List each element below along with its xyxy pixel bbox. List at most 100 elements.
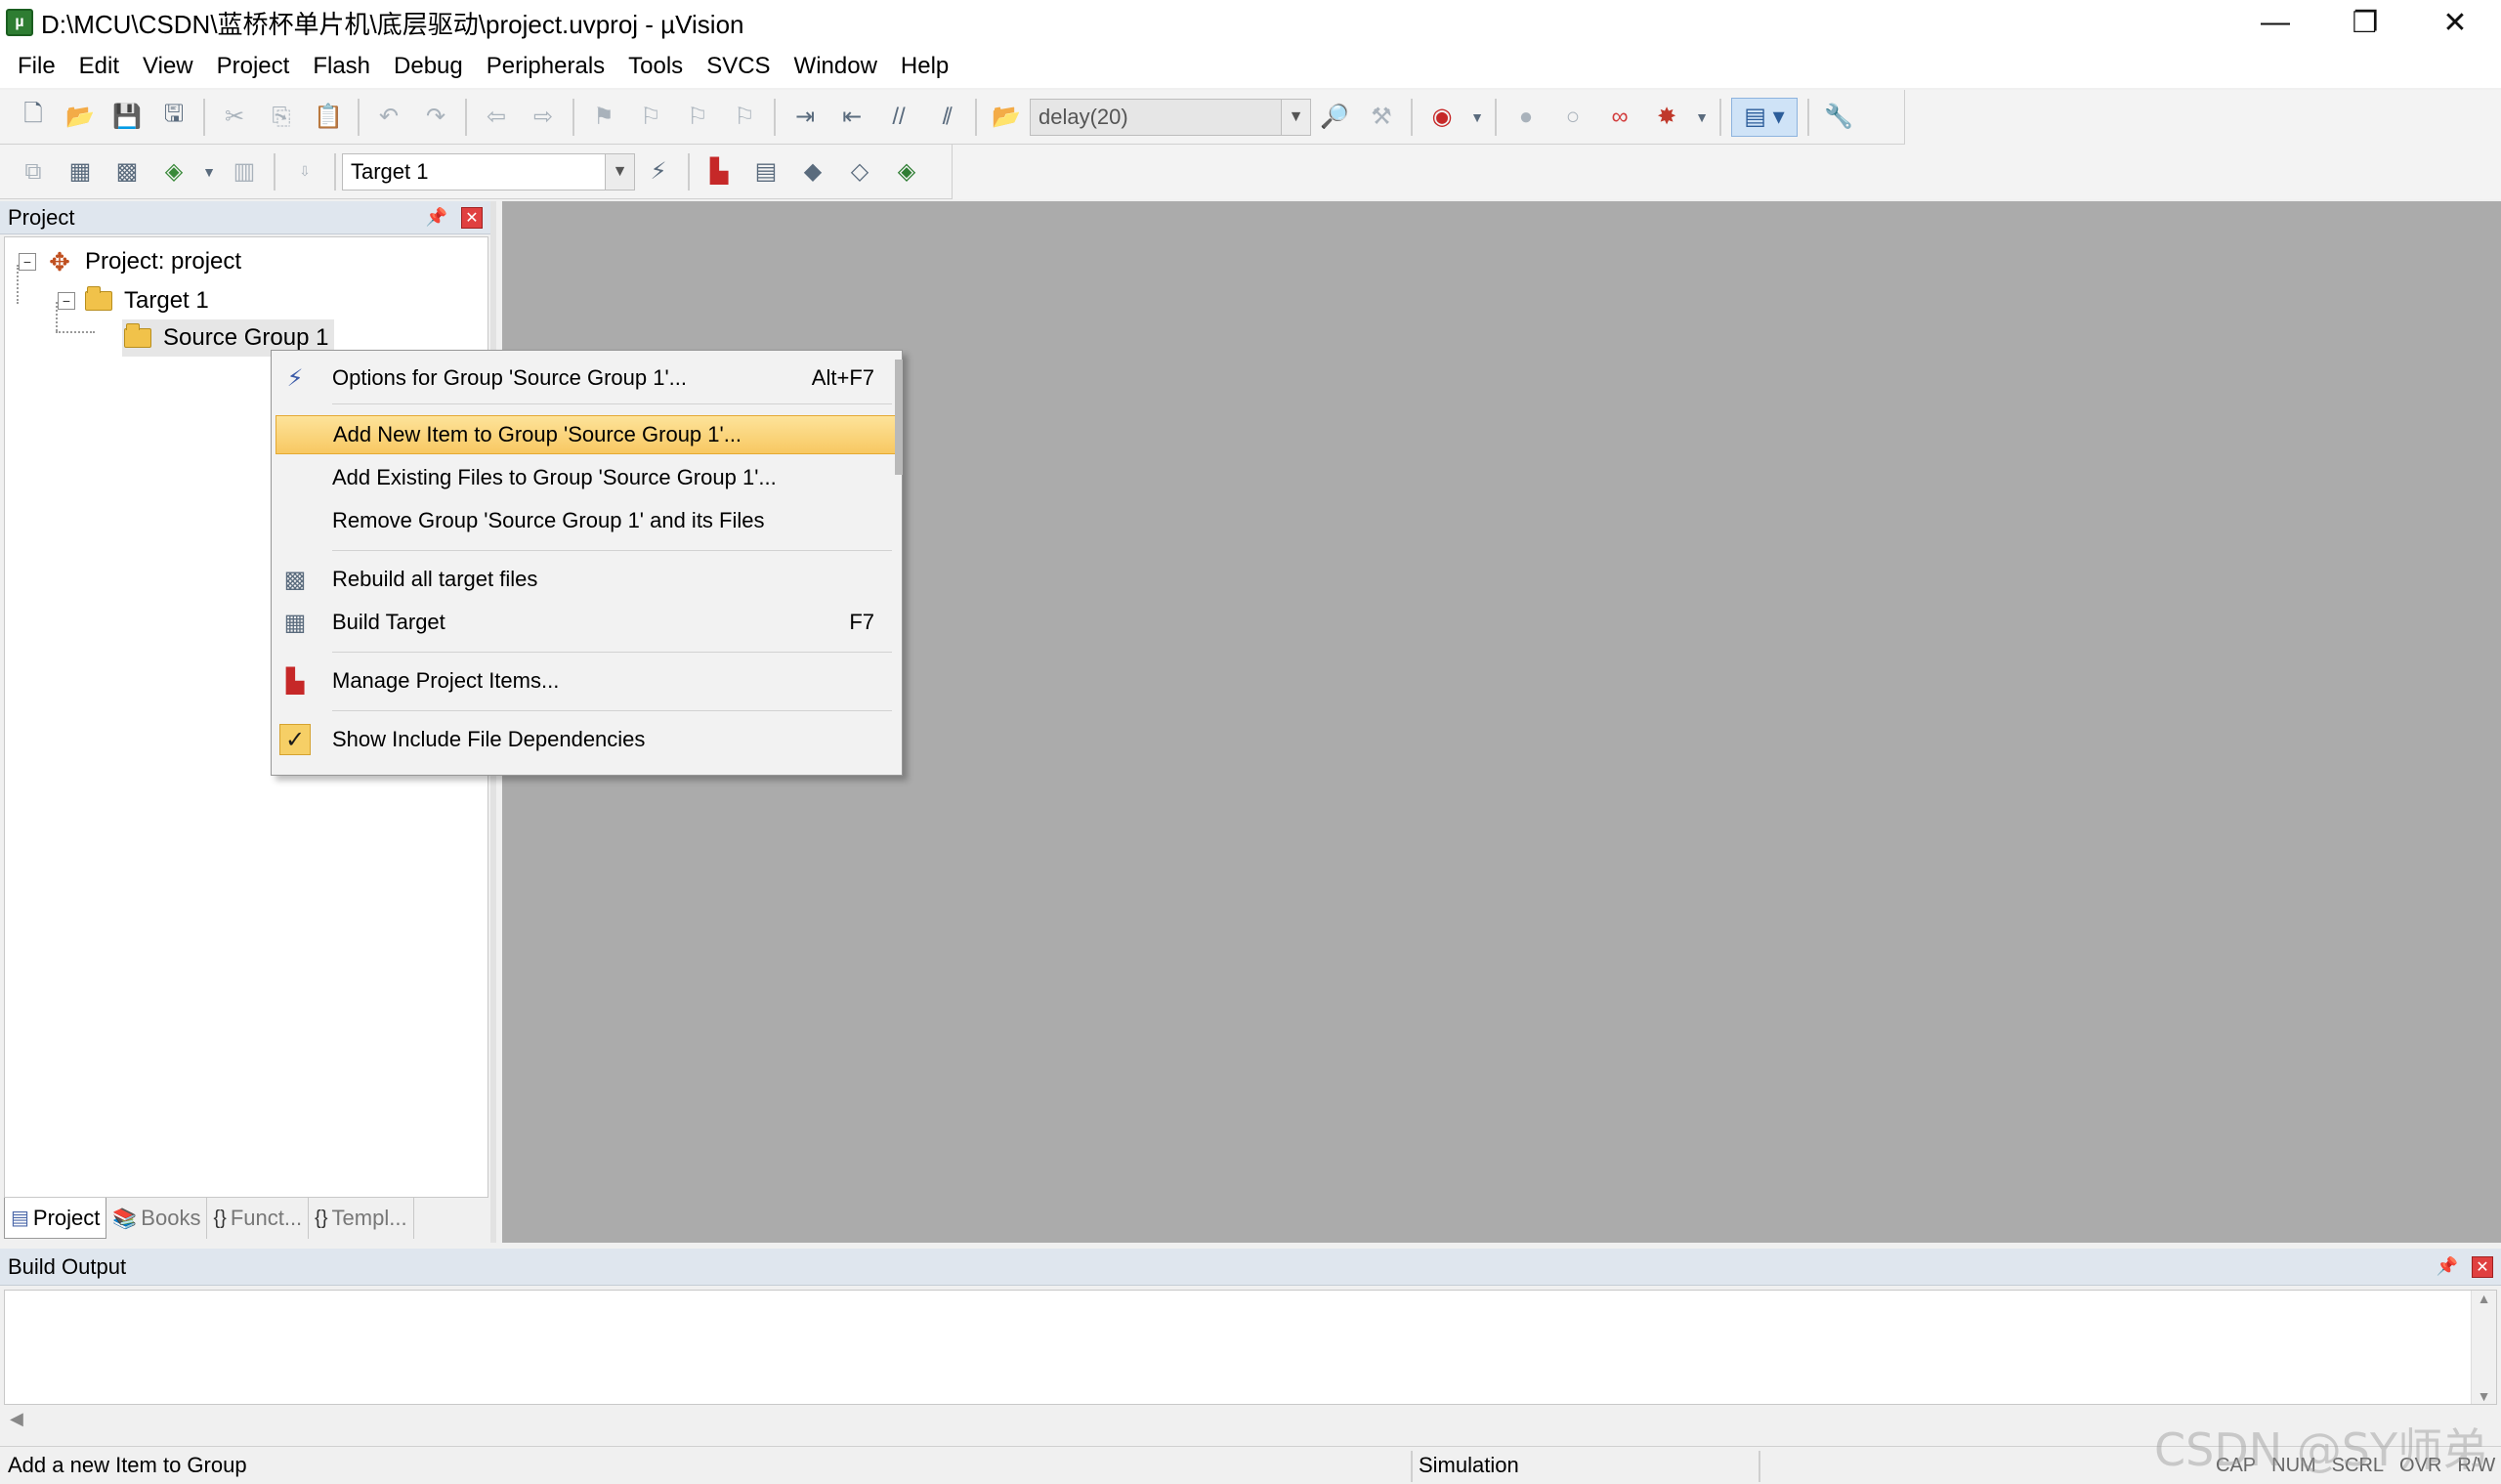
uncomment-icon[interactable]: /̸ bbox=[926, 98, 965, 137]
find-combo[interactable]: delay(20) ▼ bbox=[1030, 98, 1311, 136]
scroll-left-icon[interactable]: ◀ bbox=[10, 1409, 23, 1429]
tab-books[interactable]: 📚 Books bbox=[106, 1198, 208, 1239]
bookmark-icon[interactable]: ⚑ bbox=[584, 98, 623, 137]
window-title: D:\MCU\CSDN\蓝桥杯单片机\底层驱动\project.uvproj -… bbox=[41, 9, 744, 39]
download-icon[interactable]: ⇩ bbox=[285, 152, 324, 191]
menu-item-manage-project-items[interactable]: ▙ Manage Project Items... bbox=[276, 661, 898, 700]
pack-installer-icon[interactable]: ◇ bbox=[840, 152, 879, 191]
toolbar-separator bbox=[572, 98, 574, 136]
comment-icon[interactable]: // bbox=[879, 98, 918, 137]
copy-icon[interactable]: ⎘ bbox=[262, 98, 301, 137]
pin-icon[interactable]: 📌 bbox=[426, 207, 447, 228]
undo-icon[interactable]: ↶ bbox=[369, 98, 408, 137]
menu-item-remove-group[interactable]: Remove Group 'Source Group 1' and its Fi… bbox=[276, 501, 898, 540]
status-divider bbox=[1759, 1451, 1760, 1482]
menu-view[interactable]: View bbox=[131, 45, 205, 88]
close-panel-icon[interactable]: ✕ bbox=[2472, 1255, 2493, 1278]
menu-item-shortcut: F7 bbox=[849, 610, 874, 634]
chevron-down-icon[interactable]: ▼ bbox=[605, 153, 634, 190]
menu-item-show-include-dependencies[interactable]: ✓ Show Include File Dependencies bbox=[276, 720, 898, 759]
chevron-down-icon[interactable]: ▼ bbox=[201, 152, 217, 191]
tab-project[interactable]: ▤ Project bbox=[4, 1198, 107, 1239]
navigate-forward-icon[interactable]: ⇨ bbox=[524, 98, 563, 137]
tree-scrollbar-thumb[interactable] bbox=[895, 360, 903, 475]
vertical-scrollbar[interactable]: ▲ ▼ bbox=[2471, 1291, 2496, 1404]
minimize-button[interactable]: — bbox=[2230, 0, 2320, 45]
disable-breakpoint-icon[interactable]: ○ bbox=[1553, 98, 1592, 137]
toolbar-separator bbox=[975, 98, 977, 136]
incremental-find-icon[interactable]: ⚒ bbox=[1362, 98, 1401, 137]
next-bookmark-icon[interactable]: ⚐ bbox=[678, 98, 717, 137]
new-file-icon[interactable]: 🗋 bbox=[14, 98, 53, 137]
restore-button[interactable]: ❐ bbox=[2320, 0, 2410, 45]
unindent-icon[interactable]: ⇤ bbox=[832, 98, 871, 137]
chevron-down-icon[interactable]: ▼ bbox=[1469, 98, 1485, 137]
clear-bookmarks-icon[interactable]: ⚐ bbox=[725, 98, 764, 137]
collapse-icon[interactable]: − bbox=[19, 253, 36, 271]
find-icon[interactable]: 🔎 bbox=[1315, 98, 1354, 137]
indent-icon[interactable]: ⇥ bbox=[785, 98, 825, 137]
menu-tools[interactable]: Tools bbox=[616, 45, 695, 88]
tree-connector bbox=[56, 331, 95, 333]
cut-icon[interactable]: ✂ bbox=[215, 98, 254, 137]
close-window-button[interactable]: ✕ bbox=[2410, 0, 2500, 45]
breakpoint-icon[interactable]: ● bbox=[1506, 98, 1546, 137]
find-in-files-icon[interactable]: 📂 bbox=[987, 98, 1026, 137]
menu-separator bbox=[332, 403, 892, 404]
menu-svcs[interactable]: SVCS bbox=[695, 45, 782, 88]
menu-file[interactable]: File bbox=[6, 45, 67, 88]
batch-build-icon[interactable]: ◈ bbox=[154, 152, 193, 191]
redo-icon[interactable]: ↷ bbox=[416, 98, 455, 137]
tab-functions[interactable]: {} Funct... bbox=[207, 1198, 310, 1239]
menu-item-add-existing-files[interactable]: Add Existing Files to Group 'Source Grou… bbox=[276, 458, 898, 497]
menu-project[interactable]: Project bbox=[205, 45, 302, 88]
menu-edit[interactable]: Edit bbox=[67, 45, 131, 88]
navigate-back-icon[interactable]: ⇦ bbox=[477, 98, 516, 137]
translate-icon[interactable]: ⧉ bbox=[14, 152, 53, 191]
menu-item-build-target[interactable]: ▦ Build Target F7 bbox=[276, 603, 898, 642]
menu-peripherals[interactable]: Peripherals bbox=[475, 45, 616, 88]
menu-help[interactable]: Help bbox=[889, 45, 960, 88]
save-all-icon[interactable]: 🖫 bbox=[154, 98, 193, 137]
software-packs-icon[interactable]: ◆ bbox=[793, 152, 832, 191]
paste-icon[interactable]: 📋 bbox=[309, 98, 348, 137]
open-file-icon[interactable]: 📂 bbox=[61, 98, 100, 137]
stop-build-icon[interactable]: ▥ bbox=[225, 152, 264, 191]
tree-item-project[interactable]: − ✥ Project: project bbox=[19, 243, 241, 280]
prev-bookmark-icon[interactable]: ⚐ bbox=[631, 98, 670, 137]
target-combo[interactable]: Target 1 ▼ bbox=[342, 152, 635, 191]
menu-flash[interactable]: Flash bbox=[301, 45, 382, 88]
scroll-up-icon[interactable]: ▲ bbox=[2478, 1291, 2491, 1306]
tab-templates[interactable]: {} Templ... bbox=[309, 1198, 414, 1239]
templates-tab-icon: {} bbox=[315, 1207, 328, 1229]
kill-all-breakpoints-icon[interactable]: ✸ bbox=[1647, 98, 1686, 137]
scroll-down-icon[interactable]: ▼ bbox=[2478, 1388, 2491, 1404]
debug-session-icon[interactable]: ◉ bbox=[1422, 98, 1462, 137]
toolbar-separator bbox=[358, 98, 360, 136]
pin-icon[interactable]: 📌 bbox=[2437, 1256, 2458, 1277]
manage-run-time-icon[interactable]: ◈ bbox=[887, 152, 926, 191]
manage-components-icon[interactable]: ▙ bbox=[699, 152, 739, 191]
menu-debug[interactable]: Debug bbox=[382, 45, 475, 88]
menu-item-add-new-item[interactable]: Add New Item to Group 'Source Group 1'..… bbox=[276, 415, 898, 454]
horizontal-scrollbar[interactable]: ◀ bbox=[4, 1405, 2472, 1432]
build-output-text[interactable]: ▲ ▼ bbox=[4, 1290, 2497, 1405]
window-layout-icon[interactable]: ▤ ▾ bbox=[1731, 97, 1798, 137]
chevron-down-icon[interactable]: ▼ bbox=[1694, 98, 1710, 137]
save-icon[interactable]: 💾 bbox=[107, 98, 147, 137]
menu-window[interactable]: Window bbox=[783, 45, 889, 88]
menu-item-label: Show Include File Dependencies bbox=[332, 727, 646, 751]
chevron-down-icon[interactable]: ▼ bbox=[1281, 99, 1310, 135]
disable-all-breakpoints-icon[interactable]: ∞ bbox=[1600, 98, 1639, 137]
rebuild-icon[interactable]: ▩ bbox=[107, 152, 147, 191]
close-panel-icon[interactable]: ✕ bbox=[461, 206, 483, 229]
select-packs-icon[interactable]: ▤ bbox=[746, 152, 785, 191]
collapse-icon[interactable]: − bbox=[58, 292, 75, 310]
menu-item-options-for-group[interactable]: ⚡ Options for Group 'Source Group 1'... … bbox=[276, 359, 898, 398]
build-icon[interactable]: ▦ bbox=[61, 152, 100, 191]
target-options-icon[interactable]: ⚡ bbox=[639, 152, 678, 191]
configure-icon[interactable]: 🔧 bbox=[1819, 98, 1858, 137]
menu-item-rebuild-all[interactable]: ▩ Rebuild all target files bbox=[276, 560, 898, 599]
tree-item-target[interactable]: − Target 1 bbox=[58, 282, 209, 319]
menu-separator bbox=[332, 550, 892, 551]
